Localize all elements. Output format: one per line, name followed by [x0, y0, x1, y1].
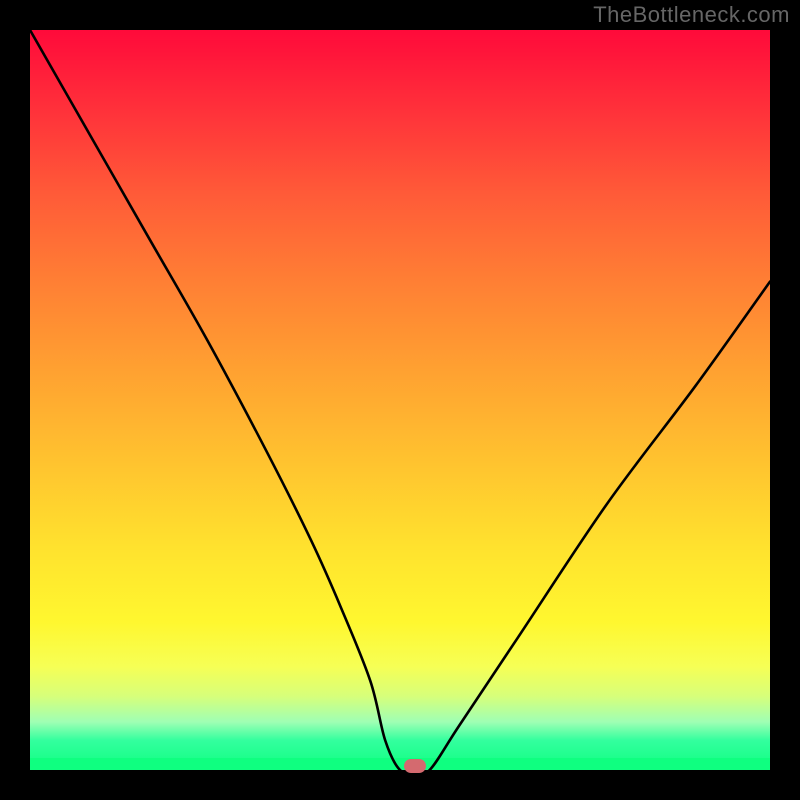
plot-area [30, 30, 770, 770]
watermark-text: TheBottleneck.com [593, 2, 790, 28]
chart-stage: TheBottleneck.com [0, 0, 800, 800]
curve-path [30, 30, 770, 770]
bottleneck-curve [30, 30, 770, 770]
min-marker [404, 759, 426, 773]
